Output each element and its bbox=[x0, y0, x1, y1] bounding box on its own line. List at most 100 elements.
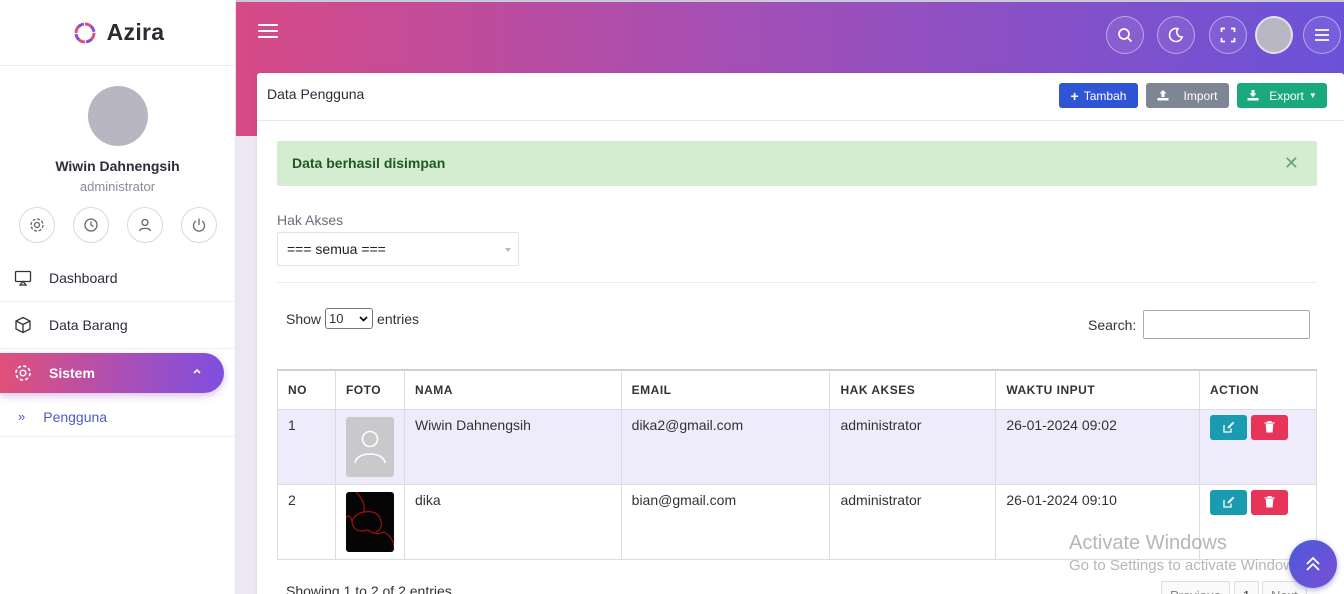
column-header[interactable]: WAKTU INPUT bbox=[995, 369, 1200, 410]
profile-button[interactable] bbox=[126, 207, 163, 243]
export-button[interactable]: Export ▼ bbox=[1237, 83, 1327, 108]
settings-button[interactable] bbox=[18, 207, 55, 243]
profile-panel: Wiwin Dahnengsih administrator bbox=[0, 66, 235, 243]
right-menu-button[interactable] bbox=[1303, 16, 1341, 54]
cell-action bbox=[1199, 408, 1317, 485]
menu-icon bbox=[1315, 29, 1329, 41]
cell-no: 1 bbox=[277, 408, 336, 485]
windows-watermark-title: Activate Windows bbox=[1069, 532, 1227, 554]
cell-no: 2 bbox=[277, 483, 336, 560]
sidebar-item-data-barang[interactable]: Data Barang bbox=[0, 302, 235, 349]
entries-length-control: Show 10 entries bbox=[286, 308, 419, 329]
chevron-down-icon bbox=[359, 315, 368, 322]
edit-icon bbox=[1222, 421, 1234, 433]
sidebar-item-sistem[interactable]: Sistem bbox=[0, 353, 224, 393]
user-photo[interactable] bbox=[345, 491, 394, 552]
hak-akses-value: === semua === bbox=[287, 241, 386, 257]
gear-icon bbox=[15, 365, 31, 381]
logout-button[interactable] bbox=[180, 207, 217, 243]
profile-name: Wiwin Dahnengsih bbox=[55, 158, 180, 174]
delete-button[interactable] bbox=[1251, 489, 1288, 515]
gear-icon bbox=[29, 218, 44, 232]
chevron-up-icon bbox=[193, 368, 201, 374]
history-button[interactable] bbox=[72, 207, 109, 243]
table-row: 1 Wiwin Dahnengsih dika2@gmail.com admin… bbox=[277, 408, 1317, 485]
monitor-icon bbox=[14, 270, 32, 286]
clock-icon bbox=[83, 218, 98, 232]
cell-email: dika2@gmail.com bbox=[620, 408, 831, 485]
column-header[interactable]: EMAIL bbox=[620, 369, 831, 410]
users-table: NO FOTO NAMA EMAIL HAK AKSES WAKTU INPUT… bbox=[277, 369, 1317, 560]
brand-name: Azira bbox=[106, 19, 165, 45]
user-icon bbox=[138, 218, 151, 232]
edit-button[interactable] bbox=[1210, 489, 1247, 515]
content-card: Data Pengguna + Tambah Import Export ▼ D… bbox=[257, 73, 1344, 594]
azira-logo-icon bbox=[74, 22, 96, 43]
search-input[interactable] bbox=[1143, 310, 1311, 339]
windows-watermark-subtitle: Go to Settings to activate Windows. bbox=[1069, 557, 1306, 574]
hak-akses-select[interactable]: === semua === bbox=[277, 232, 519, 266]
top-header bbox=[236, 0, 1344, 66]
double-chevron-right-icon: » bbox=[18, 409, 26, 424]
close-icon[interactable]: ✕ bbox=[1284, 153, 1299, 174]
add-button-label: Tambah bbox=[1083, 88, 1127, 103]
caret-down-icon bbox=[505, 248, 511, 252]
dark-mode-toggle[interactable] bbox=[1157, 16, 1195, 54]
photo-image bbox=[345, 491, 394, 548]
column-header[interactable]: NAMA bbox=[403, 369, 622, 410]
card-header: Data Pengguna + Tambah Import Export ▼ bbox=[257, 73, 1344, 121]
sidebar-item-label: Sistem bbox=[49, 365, 95, 381]
cell-hak-akses: administrator bbox=[829, 408, 997, 485]
sidebar-menu: Dashboard Data Barang Sistem » Pengguna bbox=[0, 255, 235, 437]
edit-button[interactable] bbox=[1210, 414, 1247, 440]
filter-label: Hak Akses bbox=[277, 212, 344, 228]
trash-icon bbox=[1264, 421, 1275, 433]
pagination-page-1[interactable]: 1 bbox=[1234, 581, 1260, 594]
cell-foto bbox=[334, 408, 405, 485]
column-header: ACTION bbox=[1199, 369, 1317, 410]
success-alert: Data berhasil disimpan ✕ bbox=[277, 141, 1317, 186]
edit-icon bbox=[1222, 496, 1234, 508]
scroll-top-button[interactable] bbox=[1289, 540, 1337, 588]
export-button-label: Export bbox=[1269, 88, 1304, 103]
divider bbox=[277, 282, 1317, 283]
cell-foto bbox=[334, 483, 405, 560]
sidebar-subitem-pengguna[interactable]: » Pengguna bbox=[0, 397, 235, 437]
menu-icon[interactable] bbox=[258, 24, 278, 42]
table-search: Search: bbox=[1088, 310, 1311, 339]
sidebar-subitem-label: Pengguna bbox=[43, 408, 108, 425]
sidebar-item-dashboard[interactable]: Dashboard bbox=[0, 255, 235, 302]
import-button[interactable]: Import bbox=[1146, 83, 1229, 108]
entries-label: entries bbox=[377, 310, 420, 327]
column-header[interactable]: FOTO bbox=[334, 369, 405, 410]
user-placeholder-icon bbox=[354, 430, 386, 463]
user-photo[interactable] bbox=[345, 416, 394, 477]
power-icon bbox=[192, 218, 205, 232]
column-header[interactable]: HAK AKSES bbox=[829, 369, 997, 410]
column-header[interactable]: NO bbox=[277, 369, 336, 410]
table-header-row: NO FOTO NAMA EMAIL HAK AKSES WAKTU INPUT… bbox=[277, 369, 1317, 410]
trash-icon bbox=[1264, 496, 1275, 508]
user-avatar[interactable] bbox=[1255, 16, 1293, 54]
entries-select[interactable]: 10 bbox=[325, 308, 374, 329]
caret-down-icon: ▼ bbox=[1308, 91, 1317, 100]
box-icon bbox=[15, 316, 31, 334]
import-button-label: Import bbox=[1183, 88, 1218, 103]
pagination-previous[interactable]: Previous bbox=[1161, 581, 1230, 594]
search-label: Search: bbox=[1088, 316, 1137, 333]
fullscreen-icon bbox=[1220, 27, 1236, 43]
add-button[interactable]: + Tambah bbox=[1059, 83, 1138, 108]
profile-actions bbox=[0, 207, 235, 243]
cell-nama: Wiwin Dahnengsih bbox=[403, 408, 622, 485]
brand[interactable]: Azira bbox=[0, 0, 235, 66]
cell-email: bian@gmail.com bbox=[620, 483, 831, 560]
sidebar-item-label: Data Barang bbox=[49, 317, 128, 333]
delete-button[interactable] bbox=[1251, 414, 1288, 440]
alert-message: Data berhasil disimpan bbox=[292, 155, 446, 171]
search-button[interactable] bbox=[1106, 16, 1144, 54]
double-chevron-up-icon bbox=[1306, 556, 1320, 571]
sidebar-item-label: Dashboard bbox=[49, 270, 118, 286]
fullscreen-button[interactable] bbox=[1209, 16, 1247, 54]
sidebar: Azira Wiwin Dahnengsih administrator Das… bbox=[0, 0, 236, 594]
cell-nama: dika bbox=[403, 483, 622, 560]
